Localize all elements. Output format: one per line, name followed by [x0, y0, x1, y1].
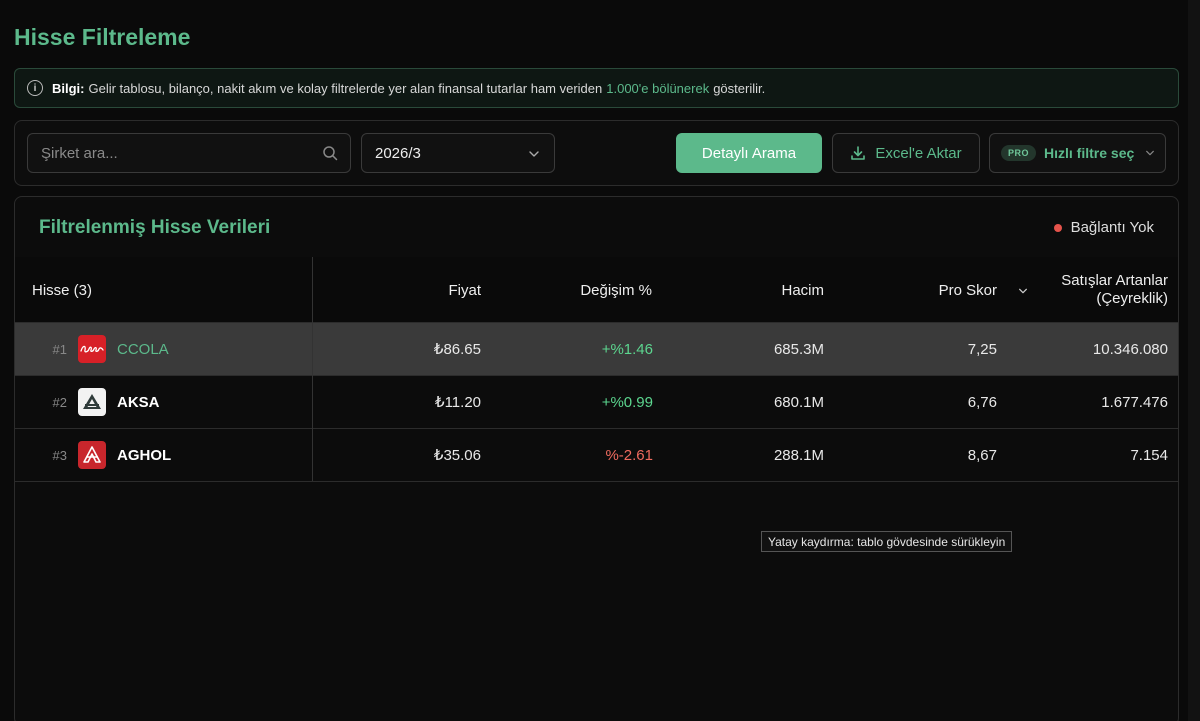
row-volume: 288.1M [773, 446, 824, 464]
table-header: Hisse (3) Fiyat Değişim % Hacim Pro Skor… [15, 257, 1178, 323]
aksa-mark-icon [83, 394, 101, 409]
sticky-column-divider [312, 257, 313, 481]
row-change: %-2.61 [605, 446, 653, 464]
connection-status: Bağlantı Yok [1053, 219, 1154, 236]
row-ticker[interactable]: AKSA [117, 376, 160, 428]
row-price: ₺86.65 [433, 341, 481, 358]
row-rank: #1 [52, 341, 67, 357]
row-rank: #3 [52, 447, 67, 463]
table-row[interactable]: #2 AKSA ₺11.20 +%0.99 680.1M 6,76 1.677.… [15, 376, 1178, 429]
row-score: 6,76 [967, 393, 997, 411]
background-window-edge [1188, 0, 1200, 721]
chevron-down-icon [529, 151, 539, 157]
row-score: 7,25 [967, 340, 997, 358]
row-ticker[interactable]: AGHOL [117, 429, 171, 481]
row-sales: 7.154 [1130, 446, 1168, 464]
column-header-stock[interactable]: Hisse (3) [32, 257, 232, 323]
scroll-hint-tooltip: Yatay kaydırma: tablo gövdesinde sürükle… [761, 531, 1013, 552]
info-label: Bilgi: [52, 80, 85, 96]
pro-badge: PRO [1001, 145, 1037, 161]
row-sales: 1.677.476 [1101, 393, 1168, 411]
row-sales: 10.346.080 [1092, 340, 1168, 358]
search-input[interactable] [28, 134, 350, 172]
sort-chevron-icon[interactable] [1018, 286, 1028, 296]
aghol-logo-icon [78, 441, 106, 469]
column-header-score[interactable]: Pro Skor [835, 257, 997, 323]
table-row[interactable]: #3 AGHOL ₺35.06 %-2.61 288.1M 8,67 7.154 [15, 429, 1178, 482]
info-icon: i [27, 80, 43, 96]
info-text-end: gösterilir. [713, 80, 766, 96]
row-change: +%0.99 [601, 393, 653, 411]
export-excel-button[interactable]: Excel'e Aktar [832, 133, 980, 173]
row-price: ₺11.20 [435, 394, 481, 411]
row-logo [78, 376, 106, 428]
period-select[interactable]: 2026/3 [361, 133, 555, 173]
column-header-sales[interactable]: Satışlar Artanlar (Çeyreklik) [1035, 257, 1168, 323]
coca-cola-logo-icon [78, 335, 106, 363]
results-panel: Filtrelenmiş Hisse Verileri Bağlantı Yok… [14, 196, 1179, 721]
quick-filter-select[interactable]: PRO Hızlı filtre seç [989, 133, 1166, 173]
info-text: Gelir tablosu, bilanço, nakit akım ve ko… [88, 80, 603, 96]
status-dot-icon [1053, 223, 1062, 232]
aksa-logo-icon [78, 388, 106, 416]
table-row[interactable]: #1 CCOLA ₺86.65 +%1.46 685.3M 7,25 10.34… [15, 323, 1178, 376]
aghol-mark-icon [83, 446, 101, 463]
panel-title: Filtrelenmiş Hisse Verileri [39, 217, 271, 238]
column-header-volume[interactable]: Hacim [665, 257, 824, 323]
search-box [27, 133, 351, 173]
detailed-search-button[interactable]: Detaylı Arama [676, 133, 822, 173]
info-highlight: 1.000'e bölünerek [606, 80, 710, 96]
row-volume: 680.1M [773, 393, 824, 411]
row-price: ₺35.06 [433, 447, 481, 464]
download-icon [851, 146, 866, 160]
column-header-sales-line2: (Çeyreklik) [1096, 290, 1168, 307]
column-header-price[interactable]: Fiyat [345, 257, 481, 323]
chevron-down-icon [1146, 150, 1154, 156]
export-excel-label: Excel'e Aktar [875, 144, 962, 162]
quick-filter-label: Hızlı filtre seç [1044, 145, 1135, 161]
row-score: 8,67 [967, 446, 997, 464]
row-volume: 685.3M [773, 340, 824, 358]
row-change: +%1.46 [601, 340, 653, 358]
period-value: 2026/3 [375, 144, 421, 162]
column-header-change[interactable]: Değişim % [495, 257, 652, 323]
row-rank: #2 [52, 394, 67, 410]
row-logo [78, 429, 106, 481]
row-ticker[interactable]: CCOLA [117, 323, 169, 375]
column-header-sales-line1: Satışlar Artanlar [1061, 272, 1168, 289]
page: Hisse Filtreleme i Bilgi: Gelir tablosu,… [0, 0, 1200, 721]
page-title: Hisse Filtreleme [14, 24, 191, 50]
search-icon [323, 146, 338, 161]
connection-status-label: Bağlantı Yok [1070, 219, 1154, 236]
info-banner: i Bilgi: Gelir tablosu, bilanço, nakit a… [14, 68, 1179, 108]
coca-cola-script-icon [80, 345, 104, 353]
filter-toolbar: 2026/3 Detaylı Arama Excel'e Aktar PRO H… [14, 120, 1179, 186]
row-logo [78, 323, 106, 375]
